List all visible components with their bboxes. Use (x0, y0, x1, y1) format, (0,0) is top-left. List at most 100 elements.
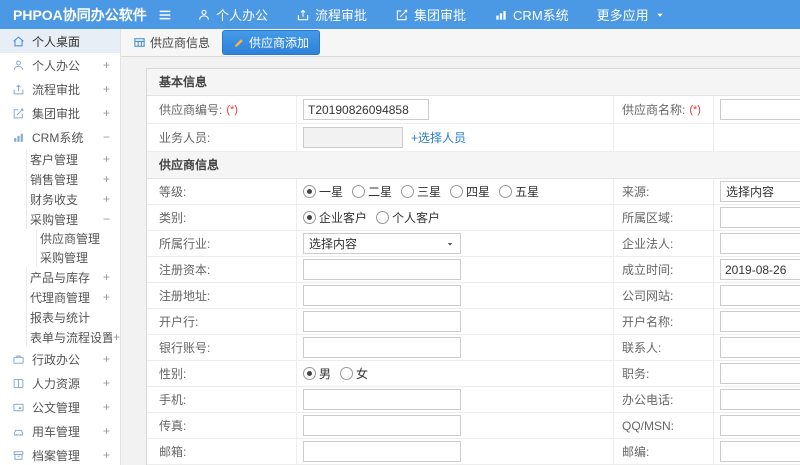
supplier-name-input[interactable] (720, 99, 800, 120)
form-row: 业务人员: +选择人员 (147, 124, 800, 152)
sidebar-item-finance[interactable]: 财务收支 + (0, 189, 120, 209)
business-person-picker-link[interactable]: +选择人员 (411, 129, 466, 146)
radio-button[interactable] (450, 185, 464, 198)
region-input[interactable] (720, 207, 800, 228)
supplier-code-input[interactable] (303, 99, 429, 120)
industry-select[interactable]: 选择内容 (303, 233, 461, 254)
grade-option[interactable]: 二星 (352, 183, 392, 200)
topnav-more-apps[interactable]: 更多应用 (597, 5, 666, 24)
account-name-input[interactable] (720, 311, 800, 332)
expand-toggle[interactable]: + (103, 152, 110, 166)
user-icon (12, 59, 25, 72)
sidebar-item-customer-mgmt[interactable]: 客户管理 + (0, 149, 120, 169)
sidebar-item-purchase-mgmt[interactable]: 采购管理 − (0, 209, 120, 229)
sidebar-item-purchasing[interactable]: 采购管理 (0, 248, 120, 267)
sidebar-item-agent-mgmt[interactable]: 代理商管理 + (0, 287, 120, 307)
category-option[interactable]: 个人客户 (376, 209, 440, 226)
field-label: 手机: (147, 387, 297, 412)
topnav-workflow-approval[interactable]: 流程审批 (296, 5, 367, 24)
topnav-group-approval[interactable]: 集团审批 (395, 5, 466, 24)
car-icon (12, 425, 25, 438)
grade-option[interactable]: 四星 (450, 183, 490, 200)
category-option[interactable]: 企业客户 (303, 209, 367, 226)
expand-toggle[interactable]: + (103, 82, 110, 96)
expand-toggle[interactable]: + (103, 424, 110, 438)
gender-option[interactable]: 女 (340, 365, 368, 382)
topnav-personal-office[interactable]: 个人办公 (197, 5, 268, 24)
sidebar-item-sales-mgmt[interactable]: 销售管理 + (0, 169, 120, 189)
form-row: 开户行: 开户名称: (147, 309, 800, 335)
founding-date-input[interactable] (720, 259, 800, 280)
expand-toggle[interactable]: − (103, 212, 110, 226)
sidebar-item-group-approval[interactable]: 集团审批 + (0, 101, 120, 125)
grade-option[interactable]: 三星 (401, 183, 441, 200)
radio-button[interactable] (303, 185, 316, 198)
field-control (297, 387, 614, 412)
expand-toggle[interactable]: + (113, 330, 120, 344)
sidebar-item-supplier-mgmt[interactable]: 供应商管理 (0, 229, 120, 248)
job-title-input[interactable] (720, 363, 800, 384)
sidebar-item-label: 报表与统计 (30, 310, 91, 325)
sidebar-toggle-button[interactable] (157, 7, 173, 23)
bank-account-input[interactable] (303, 337, 461, 358)
radio-button[interactable] (499, 185, 513, 198)
expand-toggle[interactable]: + (103, 106, 110, 120)
expand-toggle[interactable]: + (103, 270, 110, 284)
grade-option[interactable]: 一星 (303, 183, 343, 200)
expand-toggle[interactable]: + (103, 352, 110, 366)
sidebar-item-archive-mgmt[interactable]: 档案管理 + (0, 443, 120, 465)
expand-toggle[interactable]: + (103, 400, 110, 414)
sidebar-item-human-resources[interactable]: 人力资源 + (0, 371, 120, 395)
form-row: 银行账号: 联系人: (147, 335, 800, 361)
expand-toggle[interactable]: + (103, 172, 110, 186)
field-control (297, 257, 614, 282)
sidebar-item-workflow-approval[interactable]: 流程审批 + (0, 77, 120, 101)
sidebar-item-admin-office[interactable]: 行政办公 + (0, 347, 120, 371)
registered-address-input[interactable] (303, 285, 461, 306)
sidebar-item-document-mgmt[interactable]: 公文管理 + (0, 395, 120, 419)
mobile-input[interactable] (303, 389, 461, 410)
sidebar-item-personal-office[interactable]: 个人办公 + (0, 53, 120, 77)
expand-toggle[interactable]: + (103, 376, 110, 390)
sidebar-item-personal-desktop[interactable]: 个人桌面 (0, 29, 120, 53)
topnav-crm-system[interactable]: CRM系统 (494, 5, 569, 24)
radio-button[interactable] (401, 185, 415, 198)
postcode-input[interactable] (720, 441, 800, 462)
sidebar-item-vehicle-mgmt[interactable]: 用车管理 + (0, 419, 120, 443)
form-section: 供应商信息 等级: 一星 二星 三星 四星 五星 来源: 选择内容 类别: 企业客户 个人客户 所属区域… (147, 152, 800, 465)
tab-supplier-info[interactable]: 供应商信息 (133, 34, 210, 51)
email-input[interactable] (303, 441, 461, 462)
fax-input[interactable] (303, 415, 461, 436)
sidebar-item-crm-system[interactable]: CRM系统 − (0, 125, 120, 149)
office-phone-input[interactable] (720, 389, 800, 410)
expand-toggle[interactable]: + (103, 290, 110, 304)
grade-option[interactable]: 五星 (499, 183, 539, 200)
gender-radio-group: 男女 (303, 365, 377, 382)
sidebar-item-product-inventory[interactable]: 产品与库存 + (0, 267, 120, 287)
radio-button[interactable] (376, 211, 390, 224)
expand-toggle[interactable]: − (103, 130, 110, 144)
expand-toggle[interactable]: + (103, 448, 110, 462)
radio-button[interactable] (303, 211, 316, 224)
gender-option[interactable]: 男 (303, 365, 331, 382)
registered-capital-input[interactable] (303, 259, 461, 280)
bank-input[interactable] (303, 311, 461, 332)
pencil-icon (233, 37, 245, 49)
qq-msn-input[interactable] (720, 415, 800, 436)
edit-icon (395, 8, 409, 22)
sidebar-item-reports-stats[interactable]: 报表与统计 (0, 307, 120, 327)
source-select[interactable]: 选择内容 (720, 181, 800, 202)
contact-person-input[interactable] (720, 337, 800, 358)
company-website-input[interactable] (720, 285, 800, 306)
tab-supplier-add[interactable]: 供应商添加 (222, 30, 321, 55)
radio-button[interactable] (303, 367, 316, 380)
radio-button[interactable] (352, 185, 366, 198)
field-control (297, 96, 614, 123)
legal-person-input[interactable] (720, 233, 800, 254)
radio-button[interactable] (340, 367, 354, 380)
field-control: 企业客户 个人客户 (297, 205, 614, 230)
expand-toggle[interactable]: + (103, 192, 110, 206)
expand-toggle[interactable]: + (103, 58, 110, 72)
sidebar-item-form-flow-settings[interactable]: 表单与流程设置 + (0, 327, 120, 347)
business-person-input[interactable] (303, 127, 403, 148)
